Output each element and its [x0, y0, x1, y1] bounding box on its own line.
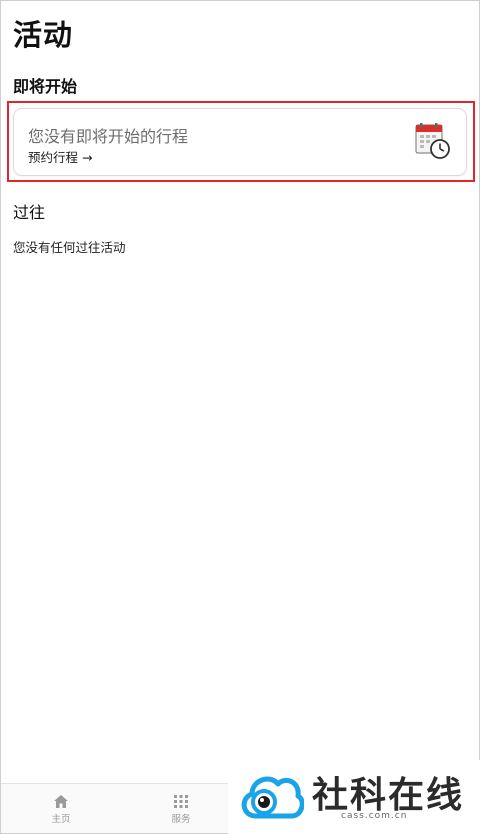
cloud-eye-logo-icon: [241, 776, 304, 819]
watermark-domain: cass.com.cn: [341, 811, 408, 821]
highlight-annotation-box: [7, 101, 475, 182]
watermark: 社科在线 cass.com.cn: [228, 760, 480, 834]
tab-home-label: 主页: [51, 814, 71, 825]
section-upcoming-heading: 即将开始: [13, 77, 78, 96]
page-title: 活动: [13, 18, 74, 52]
section-past-heading: 过往: [13, 203, 46, 222]
home-icon: [54, 795, 68, 808]
tab-services[interactable]: 服务: [151, 794, 211, 825]
tab-home[interactable]: 主页: [31, 794, 91, 825]
past-empty-message: 您没有任何过往活动: [13, 240, 126, 255]
tab-services-label: 服务: [171, 814, 191, 825]
grid-icon: [174, 795, 188, 808]
